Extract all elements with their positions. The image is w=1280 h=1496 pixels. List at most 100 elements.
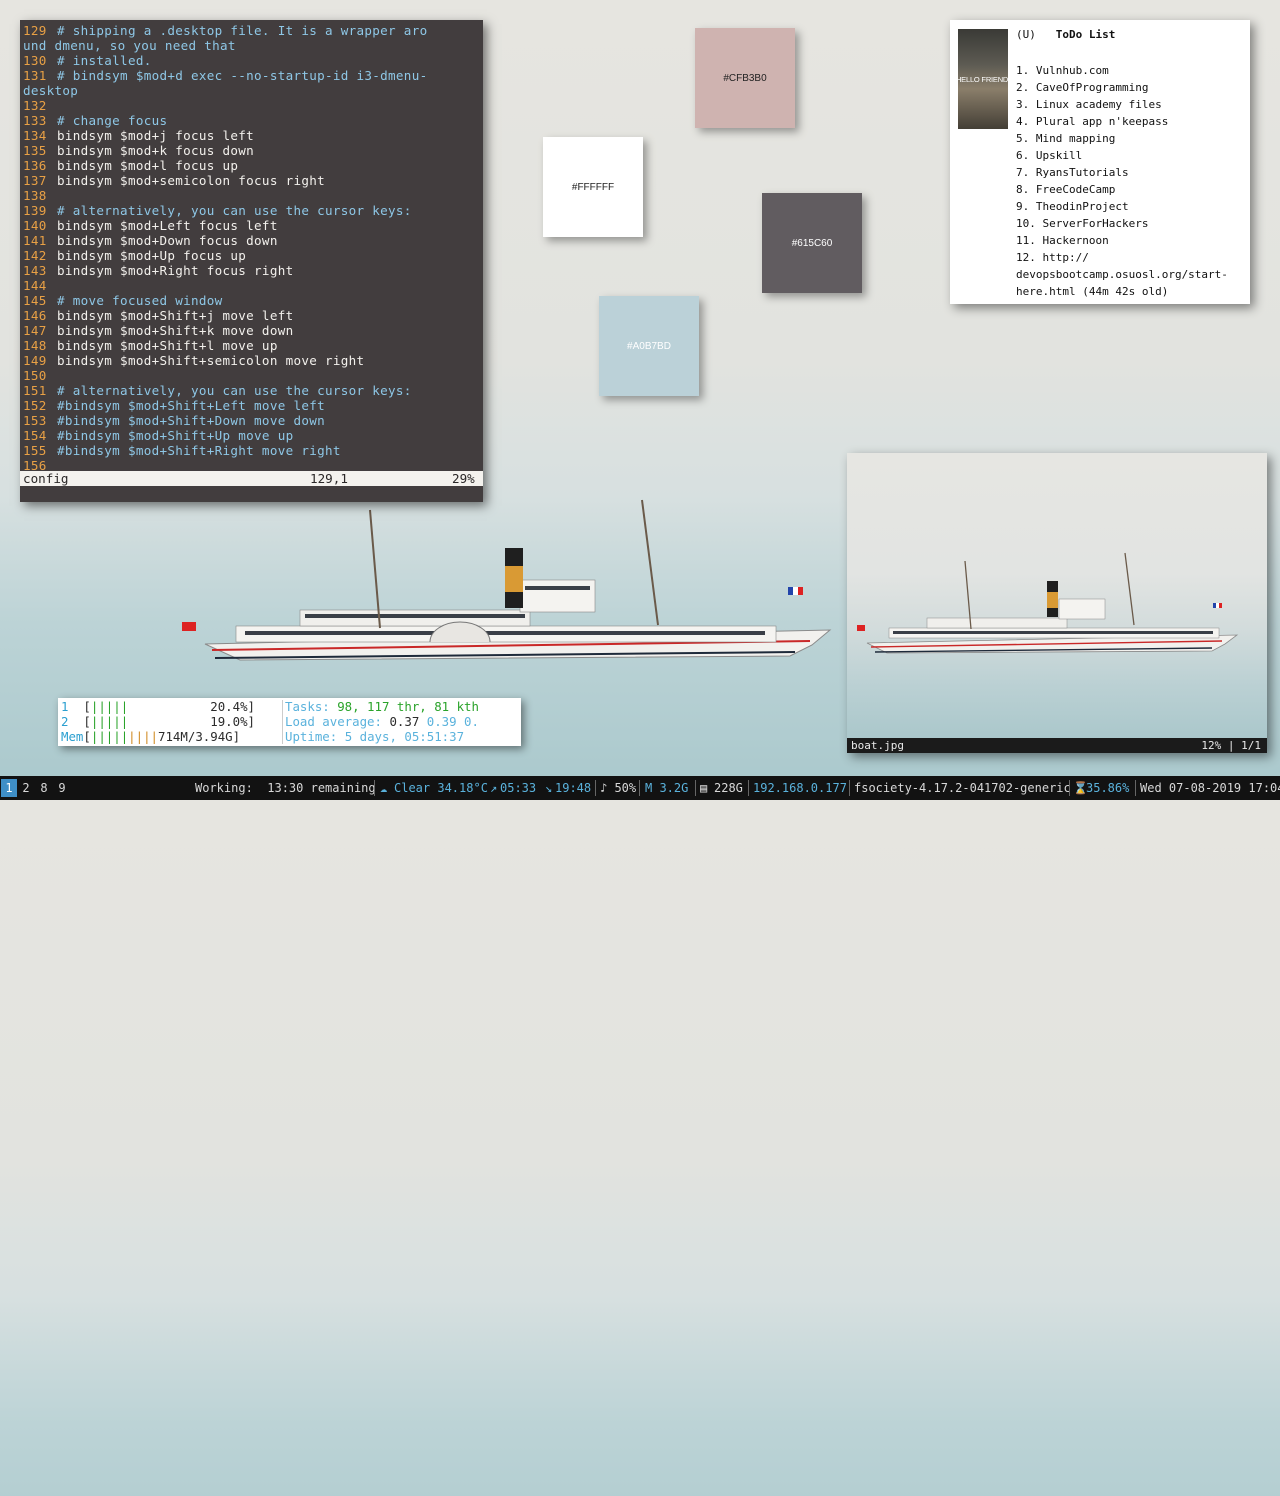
editor-line: 151 # alternatively, you can use the curs… — [23, 383, 483, 398]
line-number: 152 — [23, 398, 47, 413]
viewer-status-bar: boat.jpg 12% | 1/1 — [847, 738, 1267, 753]
cpu2-meter: 2 [||||| 19.0%] — [61, 714, 256, 729]
line-text: desktop — [23, 83, 79, 98]
line-number: 133 — [23, 113, 47, 128]
todo-item: 6. Upskill — [1016, 149, 1083, 162]
todo-item: 1. Vulnhub.com — [1016, 64, 1109, 77]
pomodoro-status: Working: 13:30 remaining — [195, 781, 376, 795]
color-swatch-gray[interactable]: #615C60 — [762, 193, 862, 293]
htop-window[interactable]: 1 [||||| 20.4%] 2 [||||| 19.0%] Mem[||||… — [58, 698, 521, 746]
line-number: 146 — [23, 308, 47, 323]
line-text: # move focused window — [57, 293, 223, 308]
editor-line: 129 # shipping a .desktop file. It is a w… — [23, 23, 483, 38]
cpu2-bars: ||||| — [90, 714, 129, 729]
editor-line: 131 # bindsym $mod+d exec --no-startup-id… — [23, 68, 483, 83]
mem-label: Mem — [61, 729, 84, 744]
image-viewer-window[interactable]: boat.jpg 12% | 1/1 — [847, 453, 1267, 753]
todo-item: 11. Hackernoon — [1016, 234, 1109, 247]
color-swatch-blue[interactable]: #A0B7BD — [599, 296, 699, 396]
line-number: 139 — [23, 203, 47, 218]
editor-line: und dmenu, so you need that — [23, 38, 483, 53]
cpu1-meter: 1 [||||| 20.4%] — [61, 699, 256, 714]
editor-line: 132 — [23, 98, 483, 113]
line-text: bindsym $mod+Down focus down — [57, 233, 278, 248]
workspace-8-button[interactable]: 8 — [36, 779, 52, 797]
line-number: 129 — [23, 23, 47, 38]
sunset-icon: ↘ — [545, 781, 553, 795]
mem-bars-used: ||||| — [90, 729, 129, 744]
viewer-image — [857, 552, 1239, 654]
editor-line: 133 # change focus — [23, 113, 483, 128]
todo-item: 3. Linux academy files — [1016, 98, 1162, 111]
line-number: 132 — [23, 98, 47, 113]
line-text: bindsym $mod+semicolon focus right — [57, 173, 325, 188]
editor-line: 149 bindsym $mod+Shift+semicolon move rig… — [23, 353, 483, 368]
editor-line: 136 bindsym $mod+l focus up — [23, 158, 483, 173]
swatch-label: #615C60 — [791, 237, 833, 249]
line-number: 144 — [23, 278, 47, 293]
sunset-time: 19:48 — [555, 781, 592, 795]
line-text: # shipping a .desktop file. It is a wrap… — [57, 23, 428, 38]
sunrise-time: 05:33 — [500, 781, 537, 795]
line-number: 141 — [23, 233, 47, 248]
editor-line: 130 # installed. — [23, 53, 483, 68]
mem-bars-cache: |||| — [128, 729, 159, 744]
editor-line: 146 bindsym $mod+Shift+j move left — [23, 308, 483, 323]
todo-item: 8. FreeCodeCamp — [1016, 183, 1116, 196]
clock: Wed 07-08-2019 17:04 — [1140, 781, 1280, 795]
line-text: bindsym $mod+l focus up — [57, 158, 239, 173]
cpu2-percent: 19.0% — [210, 714, 248, 729]
status-filename: config — [23, 471, 69, 486]
line-text: bindsym $mod+Up focus up — [57, 248, 247, 263]
weather-status: Clear 34.18°C — [394, 781, 488, 795]
editor-line: 142 bindsym $mod+Up focus up — [23, 248, 483, 263]
todo-item: here.html (44m 42s old) — [1016, 285, 1169, 298]
line-number: 147 — [23, 323, 47, 338]
line-number: 140 — [23, 218, 47, 233]
todo-item: 7. RyansTutorials — [1016, 166, 1129, 179]
editor-line: 144 — [23, 278, 483, 293]
line-text: bindsym $mod+j focus left — [57, 128, 255, 143]
workspace-2-button[interactable]: 2 — [18, 779, 34, 797]
line-number: 137 — [23, 173, 47, 188]
color-swatch-pink[interactable]: #CFB3B0 — [695, 28, 795, 128]
terminal-window[interactable]: 129 # shipping a .desktop file. It is a w… — [20, 20, 483, 502]
volume-status[interactable]: ♪ 50% — [600, 776, 636, 800]
load-label: Load average: — [285, 714, 390, 729]
editor-line: 141 bindsym $mod+Down focus down — [23, 233, 483, 248]
line-number: 130 — [23, 53, 47, 68]
uptime-line: Uptime: 5 days, 05:51:37 — [285, 729, 464, 744]
todo-item: 2. CaveOfProgramming — [1016, 81, 1149, 94]
todo-item: 5. Mind mapping — [1016, 132, 1116, 145]
editor-line: 155 #bindsym $mod+Shift+Right move right — [23, 443, 483, 458]
todo-list-window[interactable]: HELLO FRIEND. (U) ToDo List 1. Vulnhub.c… — [950, 20, 1250, 304]
line-number: 149 — [23, 353, 47, 368]
color-swatch-white[interactable]: #FFFFFF — [543, 137, 643, 237]
workspace-9-button[interactable]: 9 — [54, 779, 70, 797]
mem-meter: Mem[|||||||||714M/3.94G] — [61, 729, 241, 744]
editor-line: 140 bindsym $mod+Left focus left — [23, 218, 483, 233]
todo-item: 9. TheodinProject — [1016, 200, 1129, 213]
viewer-filename: boat.jpg — [851, 739, 904, 752]
line-number: 150 — [23, 368, 47, 383]
line-text: # bindsym $mod+d exec --no-startup-id i3… — [57, 68, 428, 83]
line-text: bindsym $mod+Shift+j move left — [57, 308, 294, 323]
uptime-value: 5 days, 05:51:37 — [344, 729, 465, 744]
tasks-line: Tasks: 98, 117 thr, 81 kth — [285, 699, 479, 714]
editor-text-area[interactable]: 129 # shipping a .desktop file. It is a w… — [23, 23, 483, 473]
editor-line: desktop — [23, 83, 483, 98]
mem-value: 714M/3.94G — [158, 729, 233, 744]
line-number: 134 — [23, 128, 47, 143]
vim-status-line: config 129,1 29% — [20, 471, 483, 486]
editor-line: 154 #bindsym $mod+Shift+Up move up — [23, 428, 483, 443]
todo-item: 12. http:// — [1016, 251, 1089, 264]
disk-icon: ▤ — [700, 781, 708, 795]
sunrise-icon: ↗ — [490, 781, 498, 795]
tasks-value: 98, 117 thr, 81 kth — [337, 699, 479, 714]
line-text: und dmenu, so you need that — [23, 38, 236, 53]
editor-line: 145 # move focused window — [23, 293, 483, 308]
memory-status: M 3.2G — [645, 781, 689, 795]
status-cursor-position: 129,1 — [310, 471, 348, 486]
workspace-1-button[interactable]: 1 — [1, 779, 17, 797]
line-number: 153 — [23, 413, 47, 428]
